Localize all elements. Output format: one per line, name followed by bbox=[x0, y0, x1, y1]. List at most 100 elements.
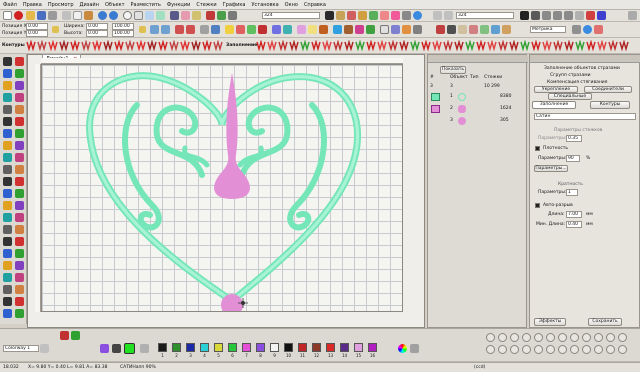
stitch-type-icon[interactable] bbox=[432, 40, 442, 52]
menu-item[interactable]: Функции bbox=[167, 2, 190, 8]
stitch-type-icon[interactable] bbox=[410, 40, 420, 52]
tie-icon[interactable] bbox=[247, 25, 256, 34]
params-button[interactable]: Параметры... bbox=[534, 165, 568, 172]
stitch-type-icon[interactable] bbox=[125, 40, 135, 52]
align-right-icon[interactable] bbox=[564, 11, 573, 20]
palette-menu-icon[interactable] bbox=[410, 344, 419, 353]
tab-joins[interactable]: Соединители bbox=[584, 86, 632, 93]
jump-icon[interactable] bbox=[283, 25, 292, 34]
color-change-icon[interactable] bbox=[272, 25, 281, 34]
show-button[interactable]: Показать bbox=[440, 66, 466, 74]
contour-stitch-icons[interactable] bbox=[26, 40, 226, 52]
colorway-select[interactable]: Colorway 1 bbox=[3, 345, 39, 352]
wilcom-logo-icon[interactable] bbox=[14, 11, 23, 20]
stitch-type-icon[interactable] bbox=[465, 40, 475, 52]
align-left-icon[interactable] bbox=[542, 11, 551, 20]
sequence-number-button[interactable] bbox=[546, 345, 555, 354]
mirror-icon[interactable] bbox=[469, 25, 478, 34]
toolbox-tool-icon[interactable] bbox=[15, 105, 24, 114]
toolbox-tool-icon[interactable] bbox=[15, 81, 24, 90]
arc-icon[interactable] bbox=[597, 11, 606, 20]
fill-type-select[interactable]: Сатин bbox=[534, 113, 636, 120]
stitch-type-icon[interactable] bbox=[366, 40, 376, 52]
toolbox-tool-icon[interactable] bbox=[15, 177, 24, 186]
menu-pull-comp[interactable]: Компенсация стягивания bbox=[547, 80, 607, 85]
color-swatch[interactable] bbox=[214, 343, 223, 352]
tv-icon[interactable] bbox=[170, 11, 179, 20]
menu-item[interactable]: Объект bbox=[105, 2, 125, 8]
toolbox-tool-icon[interactable] bbox=[3, 189, 12, 198]
layers-icon[interactable] bbox=[228, 11, 237, 20]
zoom-combo[interactable]: 324 bbox=[262, 12, 320, 19]
cut-icon[interactable] bbox=[62, 11, 71, 20]
sequence-row-1[interactable]: 1 8380 bbox=[430, 92, 526, 102]
stitch-type-icon[interactable] bbox=[399, 40, 409, 52]
stitch-type-icon[interactable] bbox=[498, 40, 508, 52]
text-icon[interactable] bbox=[336, 11, 345, 20]
toolbox-tool-icon[interactable] bbox=[15, 189, 24, 198]
sequence-number-button[interactable] bbox=[534, 345, 543, 354]
scale-lock-icon[interactable] bbox=[139, 26, 146, 33]
color-swatch[interactable] bbox=[158, 343, 167, 352]
menu-item[interactable]: Установка bbox=[252, 2, 279, 8]
stitch-type-icon[interactable] bbox=[289, 40, 299, 52]
carving-icon[interactable] bbox=[344, 25, 353, 34]
branch-icon[interactable] bbox=[225, 25, 234, 34]
menu-item[interactable]: Правка bbox=[23, 2, 42, 8]
motif-icon[interactable] bbox=[319, 25, 328, 34]
menu-item[interactable]: Дизайн bbox=[80, 2, 99, 8]
toolbox-tool-icon[interactable] bbox=[3, 201, 12, 210]
toolbox-tool-icon[interactable] bbox=[3, 141, 12, 150]
stitch-type-icon[interactable] bbox=[59, 40, 69, 52]
sequence-number-button[interactable] bbox=[618, 345, 627, 354]
trace-icon[interactable] bbox=[206, 11, 215, 20]
sequence-number-button[interactable] bbox=[498, 333, 507, 342]
settings-icon[interactable] bbox=[402, 11, 411, 20]
stitch-type-icon[interactable] bbox=[300, 40, 310, 52]
sequence-number-button[interactable] bbox=[606, 333, 615, 342]
emboss-icon[interactable] bbox=[308, 25, 317, 34]
toolbox-tool-icon[interactable] bbox=[3, 153, 12, 162]
height-percent-field[interactable]: 100.00 bbox=[112, 30, 134, 37]
width-percent-field[interactable]: 100.00 bbox=[112, 23, 134, 30]
stitch-type-icon[interactable] bbox=[256, 40, 266, 52]
break-icon[interactable] bbox=[391, 25, 400, 34]
stitch-type-icon[interactable] bbox=[103, 40, 113, 52]
color-swatch[interactable] bbox=[200, 343, 209, 352]
mirror-v-icon[interactable] bbox=[186, 25, 195, 34]
stitch-type-icon[interactable] bbox=[278, 40, 288, 52]
trim-icon[interactable] bbox=[236, 25, 245, 34]
menu-item[interactable]: Графика bbox=[223, 2, 246, 8]
menu-item[interactable]: Окно bbox=[285, 2, 298, 8]
toolbox-tool-icon[interactable] bbox=[3, 213, 12, 222]
sequence-total-row[interactable]: 3 3 10 299 bbox=[430, 84, 526, 91]
toolbox-tool-icon[interactable] bbox=[3, 237, 12, 246]
mirror-h-icon[interactable] bbox=[175, 25, 184, 34]
toolbox-tool-icon[interactable] bbox=[15, 69, 24, 78]
stitch-icon[interactable] bbox=[436, 25, 445, 34]
toolbox-tool-icon[interactable] bbox=[15, 285, 24, 294]
color-swatch[interactable] bbox=[228, 343, 237, 352]
new-file-icon[interactable] bbox=[3, 11, 12, 20]
stitch-type-icon[interactable] bbox=[344, 40, 354, 52]
colorway-arrow-icon[interactable] bbox=[40, 344, 49, 353]
scroll-right-upper[interactable] bbox=[239, 104, 291, 178]
toolbox-tool-icon[interactable] bbox=[15, 261, 24, 270]
stitch-type-icon[interactable] bbox=[147, 40, 157, 52]
height-field[interactable]: 0.00 bbox=[86, 30, 108, 37]
sequence-number-button[interactable] bbox=[534, 333, 543, 342]
color-swatch[interactable] bbox=[298, 343, 307, 352]
offset-icon[interactable] bbox=[366, 25, 375, 34]
color-swatch[interactable] bbox=[186, 343, 195, 352]
sequence-number-button[interactable] bbox=[486, 345, 495, 354]
stitch-type-icon[interactable] bbox=[619, 40, 629, 52]
stitch-type-icon[interactable] bbox=[92, 40, 102, 52]
hoop-preview-icon[interactable] bbox=[458, 25, 467, 34]
stitch-type-icon[interactable] bbox=[191, 40, 201, 52]
outline-icon[interactable] bbox=[355, 25, 364, 34]
paste-icon[interactable] bbox=[84, 11, 93, 20]
toolbox-tool-icon[interactable] bbox=[3, 225, 12, 234]
toolbox-tool-icon[interactable] bbox=[3, 285, 12, 294]
grid-icon[interactable] bbox=[145, 11, 154, 20]
auto-split-checkbox[interactable] bbox=[535, 203, 540, 208]
